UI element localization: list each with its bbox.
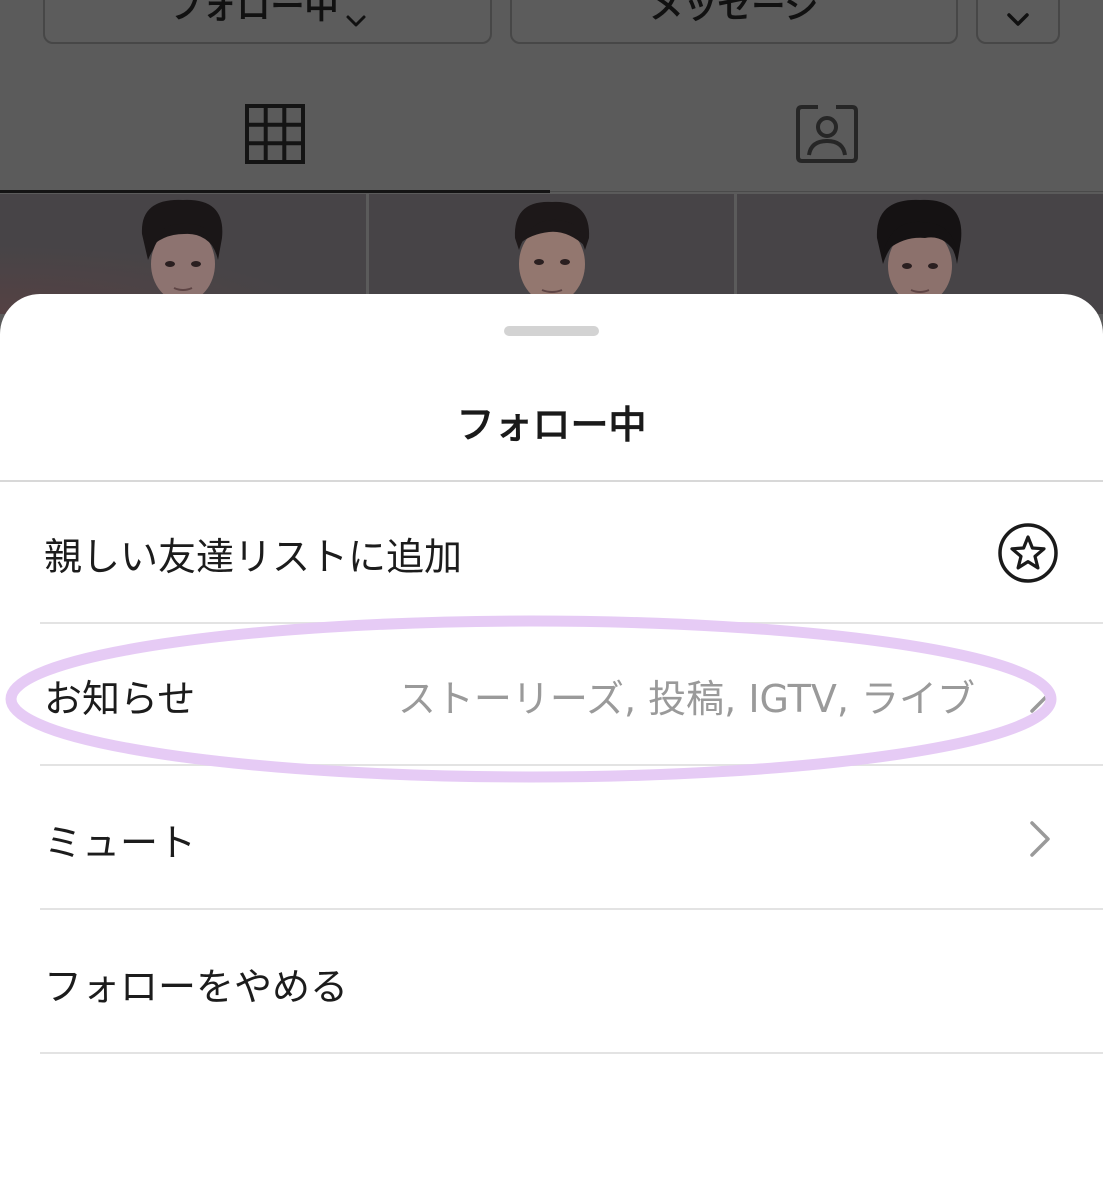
tagged-person-icon [795, 105, 858, 163]
notifications-summary: ストーリーズ, 投稿, IGTV, ライブ [397, 676, 975, 721]
menu-item-label: 親しい友達リストに追加 [44, 534, 463, 579]
following-button-label: フォロー中 [168, 0, 339, 27]
chevron-down-icon [346, 15, 365, 27]
menu-item-label: フォローをやめる [44, 964, 349, 1009]
star-circle-icon [998, 523, 1058, 583]
tab-tagged[interactable] [550, 78, 1103, 190]
message-button[interactable]: メッセージ [510, 0, 958, 44]
sheet-grabber[interactable] [504, 326, 599, 336]
suggested-accounts-button[interactable] [976, 0, 1060, 44]
menu-item-add-close-friends[interactable]: 親しい友達リストに追加 [0, 482, 1103, 624]
menu-item-mute[interactable]: ミュート [0, 768, 1103, 910]
menu-item-unfollow[interactable]: フォローをやめる [0, 912, 1103, 1054]
following-button[interactable]: フォロー中 [43, 0, 492, 44]
divider [40, 1052, 1103, 1054]
sheet-title: フォロー中 [456, 403, 647, 447]
divider [40, 764, 1103, 766]
tab-grid[interactable] [0, 78, 550, 193]
menu-item-label: お知らせ [44, 676, 196, 721]
profile-action-row: フォロー中 メッセージ [0, 0, 1103, 46]
following-options-sheet: フォロー中 親しい友達リストに追加 お知らせ ストーリーズ, 投稿, IGTV,… [0, 294, 1103, 1200]
menu-item-notifications[interactable]: お知らせ ストーリーズ, 投稿, IGTV, ライブ [0, 624, 1103, 766]
message-button-label: メッセージ [649, 0, 819, 27]
menu-item-label: ミュート [44, 820, 197, 865]
chevron-down-icon [1007, 13, 1029, 26]
chevron-right-icon [1030, 677, 1050, 713]
grid-icon [245, 104, 305, 164]
chevron-right-icon [1030, 821, 1050, 857]
profile-tabs [0, 78, 1103, 193]
divider [40, 908, 1103, 910]
tabs-divider [550, 191, 1103, 192]
